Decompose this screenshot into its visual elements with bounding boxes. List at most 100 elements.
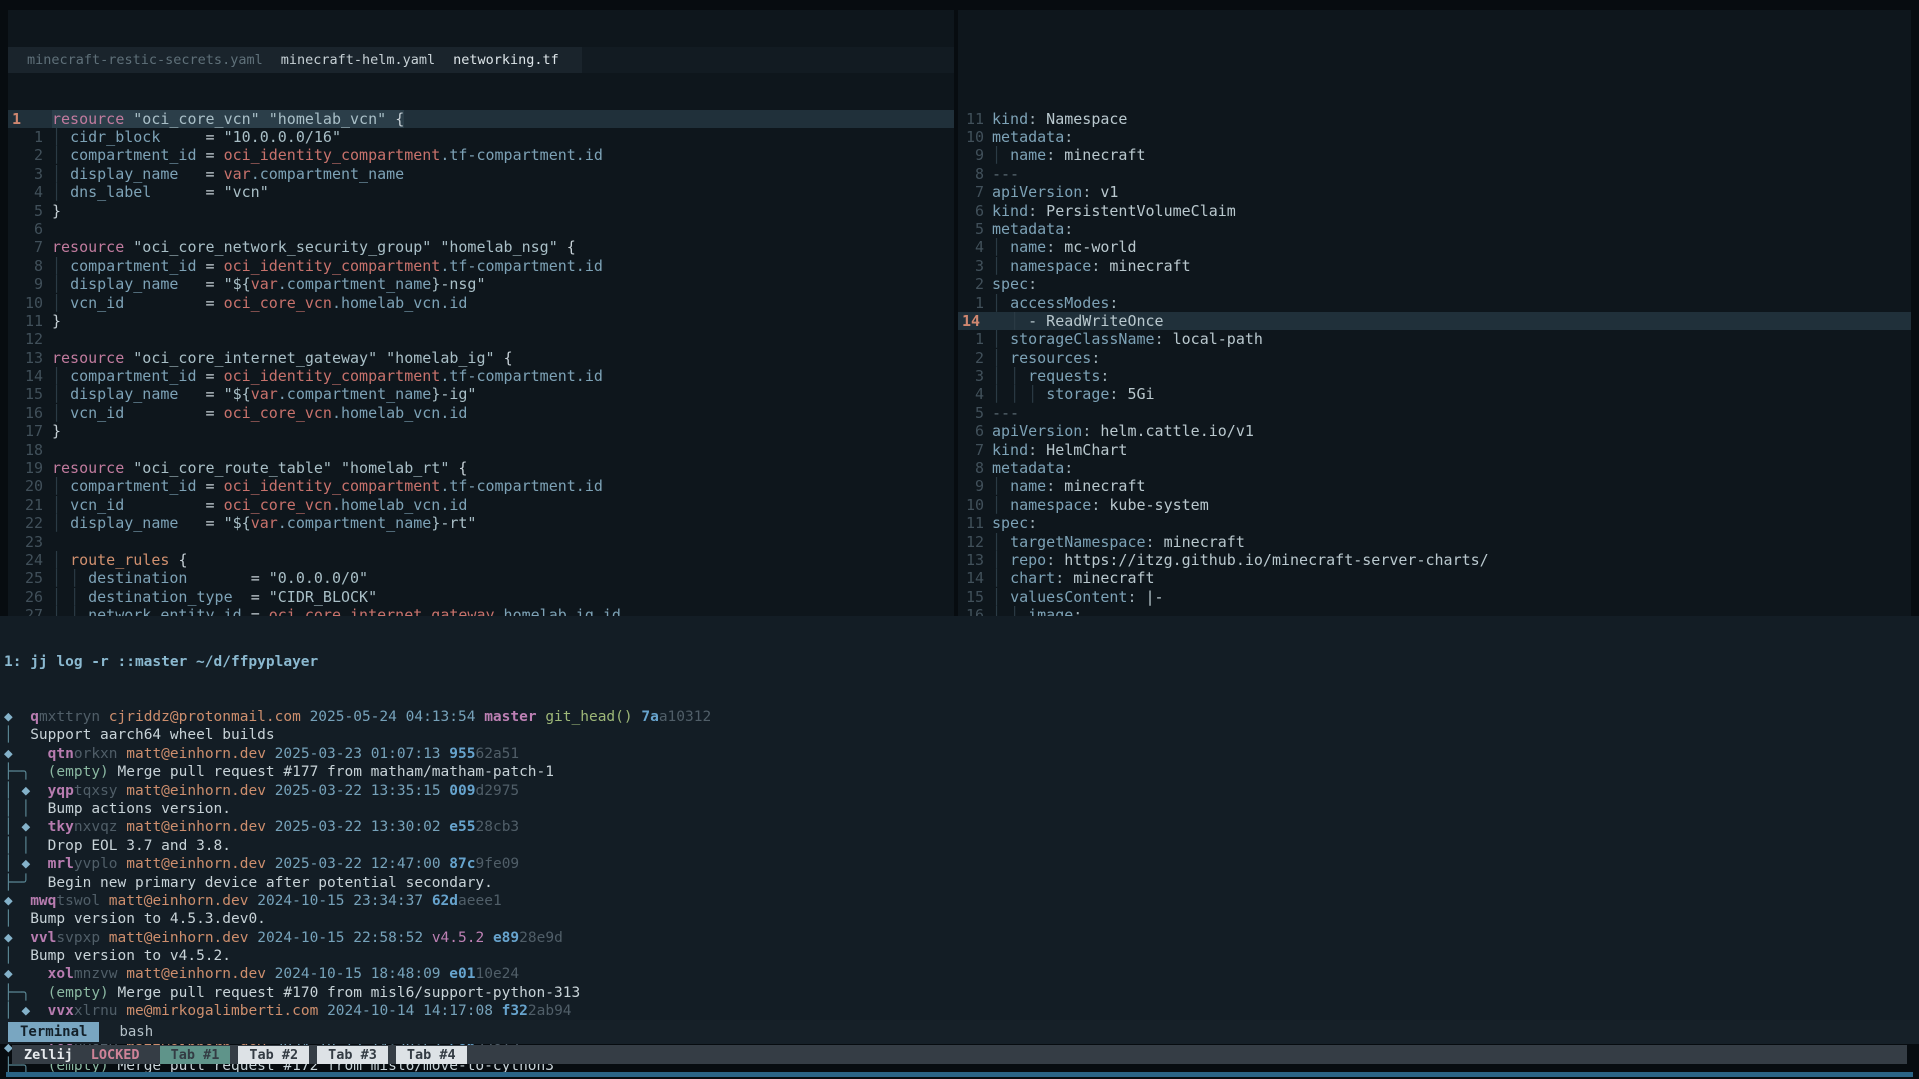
token xyxy=(1001,146,1010,164)
buffer-tab-minecraft-helm.yaml[interactable]: minecraft-helm.yaml xyxy=(272,51,444,69)
token: 955 xyxy=(449,746,475,762)
log-row: │ ◆ yqptqxsy matt@einhorn.dev 2025-03-22… xyxy=(0,782,1919,800)
code-line: 13resource "oci_core_internet_gateway" "… xyxy=(8,349,954,367)
token: Bump actions version. xyxy=(48,801,231,817)
token: oci_identity_compartment xyxy=(224,146,441,164)
token: spec xyxy=(992,514,1028,532)
token: .compartment_name xyxy=(278,514,432,532)
token: --- xyxy=(992,165,1019,183)
indent-guide: │ xyxy=(1028,385,1037,403)
editor-pane-yaml[interactable]: 11kind: Namespace10metadata:9│ name: min… xyxy=(958,10,1911,616)
token: d2975 xyxy=(476,783,520,799)
token: : xyxy=(1127,588,1136,606)
editor-pane-terraform[interactable]: minecraft-restic-secrets.yamlminecraft-h… xyxy=(8,10,954,616)
token: aeee1 xyxy=(458,893,502,909)
log-row: ├─╮ (empty) Merge pull request #177 from… xyxy=(0,763,1919,781)
token: 2025-05-24 04:13:54 xyxy=(310,709,476,725)
line-number: 8 xyxy=(958,459,992,477)
token: kube-system xyxy=(1100,496,1208,514)
buffer-tabs: minecraft-restic-secrets.yamlminecraft-h… xyxy=(8,47,582,73)
token: nxvqz xyxy=(74,819,118,835)
line-text: │ vcn_id = oci_core_vcn.homelab_vcn.id xyxy=(52,294,467,312)
line-number: 7 xyxy=(958,183,992,201)
token: : xyxy=(1028,275,1037,293)
code-area-terraform[interactable]: 1resource "oci_core_vcn" "homelab_vcn" {… xyxy=(8,110,954,680)
indent-guide: │ xyxy=(1010,367,1019,385)
token: mrl xyxy=(48,856,74,872)
token xyxy=(124,459,133,477)
zellij-tab-tab-#4[interactable]: Tab #4 xyxy=(396,1046,467,1064)
token xyxy=(377,349,386,367)
log-row: │ ◆ vvxxlrnu me@mirkogalimberti.com 2024… xyxy=(0,1002,1919,1020)
token xyxy=(30,764,47,780)
token: oci_identity_compartment xyxy=(224,367,441,385)
terminal-tab-bash[interactable]: bash xyxy=(107,1022,165,1042)
indent-guide: │ xyxy=(992,551,1001,569)
token: var xyxy=(251,275,278,293)
log-row: │ Bump version to v4.5.2. xyxy=(0,947,1919,965)
line-text: apiVersion: v1 xyxy=(992,183,1118,201)
line-text: │ accessModes: xyxy=(992,294,1118,312)
token xyxy=(233,588,251,606)
token xyxy=(13,893,30,909)
code-area-yaml[interactable]: 11kind: Namespace10metadata:9│ name: min… xyxy=(958,110,1911,680)
log-row: │ │ Drop EOL 3.7 and 3.8. xyxy=(0,837,1919,855)
line-number: 11 xyxy=(958,514,992,532)
token: 28cb3 xyxy=(476,819,520,835)
token: vcn_id xyxy=(70,496,124,514)
line-text: metadata: xyxy=(992,128,1073,146)
code-line: 9│ name: minecraft xyxy=(958,477,1911,495)
token: = xyxy=(206,146,224,164)
token: HelmChart xyxy=(1037,441,1127,459)
line-number: 25 xyxy=(8,569,52,587)
line-text: │ targetNamespace: minecraft xyxy=(992,533,1245,551)
token: mxttryn xyxy=(39,709,100,725)
commit-node-icon: ◆ xyxy=(4,746,13,762)
token: resource xyxy=(52,110,124,128)
terminal-pane[interactable]: 1: jj log -r ::master ~/d/ffpyplayer ◆ q… xyxy=(0,616,1919,1022)
zellij-tab-tab-#1[interactable]: Tab #1 xyxy=(160,1046,231,1064)
token xyxy=(178,385,205,403)
indent-guide: │ xyxy=(992,146,1001,164)
token: { xyxy=(504,349,513,367)
terminal-tab-Terminal[interactable]: Terminal xyxy=(8,1022,99,1042)
token: = xyxy=(206,165,224,183)
token: : xyxy=(1082,183,1091,201)
buffer-tab-minecraft-restic-secrets.yaml[interactable]: minecraft-restic-secrets.yaml xyxy=(18,51,272,69)
token xyxy=(61,569,70,587)
token: compartment_id xyxy=(70,477,196,495)
indent-guide: │ xyxy=(52,275,61,293)
token xyxy=(332,459,341,477)
token: |- xyxy=(1137,588,1164,606)
token: display_name xyxy=(70,165,178,183)
indent-guide: │ xyxy=(992,477,1001,495)
token: "oci_core_vcn" xyxy=(133,110,259,128)
token xyxy=(558,238,567,256)
token: : xyxy=(1064,220,1073,238)
code-line: 24│ route_rules { xyxy=(8,551,954,569)
code-line: 3│ display_name = var.compartment_name xyxy=(8,165,954,183)
code-line: 23 xyxy=(8,533,954,551)
line-number: 24 xyxy=(8,551,52,569)
token: : xyxy=(1146,533,1155,551)
token: 5Gi xyxy=(1118,385,1154,403)
token xyxy=(30,875,47,891)
token: matt@einhorn.dev xyxy=(126,819,266,835)
line-text: │ │ requests: xyxy=(992,367,1109,385)
line-text: │ display_name = var.compartment_name xyxy=(52,165,404,183)
token xyxy=(30,819,47,835)
token xyxy=(1001,551,1010,569)
zellij-tab-tab-#2[interactable]: Tab #2 xyxy=(238,1046,309,1064)
token xyxy=(61,551,70,569)
token xyxy=(1001,588,1010,606)
token xyxy=(423,893,432,909)
token xyxy=(441,746,450,762)
token xyxy=(124,110,133,128)
token: v1 xyxy=(1091,183,1118,201)
buffer-tab-networking.tf[interactable]: networking.tf xyxy=(444,51,568,69)
line-number: 6 xyxy=(8,220,52,238)
line-number: 13 xyxy=(958,551,992,569)
zellij-tab-tab-#3[interactable]: Tab #3 xyxy=(317,1046,388,1064)
token xyxy=(248,893,257,909)
code-line: 11spec: xyxy=(958,514,1911,532)
